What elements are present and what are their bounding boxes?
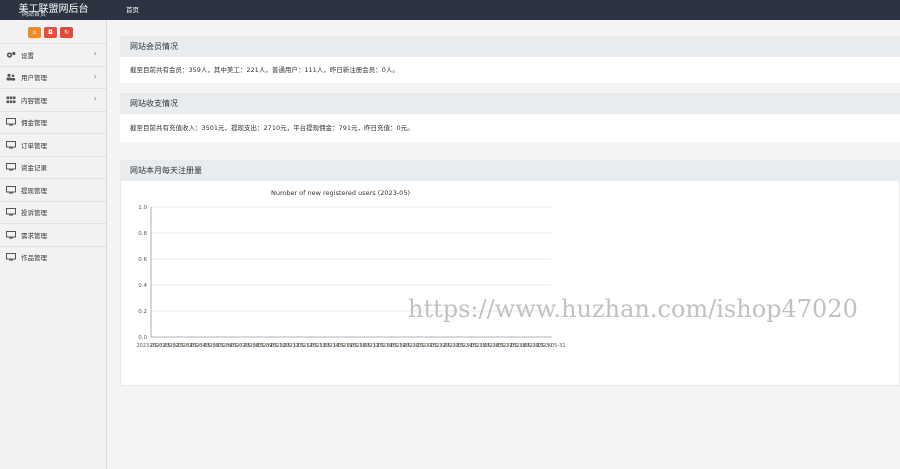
data-point [363, 336, 365, 338]
data-point [510, 336, 512, 338]
monitor-icon [6, 253, 16, 261]
monitor-icon [6, 118, 16, 126]
y-tick-label: 0.8 [138, 231, 147, 237]
user-icon[interactable]: ◘ [44, 27, 57, 38]
data-point [177, 336, 179, 338]
sidebar-item-label: 内容管理 [21, 96, 47, 105]
data-point [430, 336, 432, 338]
sidebar-item-commission[interactable]: 佣金管理 [0, 110, 106, 134]
sidebar-item-users[interactable]: 用户管理 › [0, 65, 106, 89]
data-point [310, 336, 312, 338]
sidebar-item-orders[interactable]: 订单管理 [0, 133, 106, 156]
sidebar-item-label: 订单管理 [21, 141, 47, 150]
data-point [523, 336, 525, 338]
data-point [443, 336, 445, 338]
monitor-icon [6, 230, 16, 239]
registrations-chart-container: Number of new registered users (2023-05)… [120, 181, 900, 386]
data-point [150, 336, 152, 338]
y-tick-label: 0.0 [138, 335, 147, 341]
registrations-panel-title: 网站本月每天注册量 [120, 160, 900, 181]
sidebar-item-label: 佣金管理 [21, 119, 47, 128]
sidebar-item-label: 投诉管理 [21, 209, 47, 218]
data-point [350, 336, 352, 338]
data-point [257, 336, 259, 338]
users-icon [6, 73, 16, 81]
watermark-text: https://www.huzhan.com/ishop47020 [408, 295, 858, 323]
sidebar-item-complaints[interactable]: 投诉管理 [0, 200, 106, 224]
data-point [297, 336, 299, 338]
y-tick-label: 1.0 [138, 205, 147, 211]
members-summary: 截至目前共有会员：359人，其中美工：221人，普通用户：111人，昨日新注册会… [120, 57, 900, 83]
data-point [377, 336, 379, 338]
monitor-icon [6, 163, 16, 171]
sidebar-item-label: 需求管理 [21, 231, 47, 240]
data-point [190, 336, 192, 338]
data-point [497, 336, 499, 338]
sidebar-item-settings[interactable]: 设置 › [0, 43, 106, 66]
data-point [323, 336, 325, 338]
sidebar-item-label: 资金记录 [21, 164, 47, 173]
data-point [537, 336, 539, 338]
refresh-icon[interactable]: ↻ [60, 27, 73, 38]
sidebar-item-content[interactable]: 内容管理 › [0, 88, 106, 111]
sidebar-item-label: 提现管理 [21, 186, 47, 195]
x-tick-label: 2023-05-31 [536, 343, 565, 349]
sidebar-item-requirements[interactable]: 需求管理 [0, 223, 106, 246]
data-point [283, 336, 285, 338]
chevron-right-icon: › [93, 71, 97, 81]
data-point [417, 336, 419, 338]
data-point [550, 336, 552, 338]
y-tick-label: 0.2 [138, 309, 147, 315]
registrations-panel: 网站本月每天注册量 Number of new registered users… [120, 160, 900, 386]
finance-summary: 截至目前共有充值收入：3501元，提现支出：2710元，平台提现佣金：791元，… [120, 114, 900, 142]
members-panel-title: 网站会员情况 [120, 36, 900, 57]
chevron-right-icon: › [93, 94, 97, 103]
sidebar-item-works[interactable]: 作品管理 [0, 245, 106, 269]
monitor-icon [6, 208, 16, 216]
brand-title: 美工联盟网后台 [18, 4, 89, 15]
data-point [470, 336, 472, 338]
chart-title: Number of new registered users (2023-05) [271, 189, 410, 197]
data-point [243, 336, 245, 338]
sidebar-menu: 设置 › 用户管理 › 内容管理 › 佣金管理 订单管理 资金记录 提现管理 投… [0, 43, 106, 268]
finance-panel-title: 网站收支情况 [120, 93, 900, 114]
data-point [390, 336, 392, 338]
monitor-icon [6, 185, 16, 194]
y-tick-label: 0.4 [138, 283, 147, 289]
data-point [403, 336, 405, 338]
data-point [230, 336, 232, 338]
data-point [203, 336, 205, 338]
sidebar-item-label: 设置 [21, 51, 34, 60]
finance-panel: 网站收支情况 截至目前共有充值收入：3501元，提现支出：2710元，平台提现佣… [120, 93, 900, 142]
data-point [457, 336, 459, 338]
sidebar-item-funds[interactable]: 资金记录 [0, 155, 106, 179]
home-icon[interactable]: ⌂ [28, 27, 41, 38]
data-point [163, 336, 165, 338]
sidebar: ⌂ ◘ ↻ 设置 › 用户管理 › 内容管理 › 佣金管理 订单管理 资金记录 … [0, 20, 107, 469]
data-point [483, 336, 485, 338]
quick-actions: ⌂ ◘ ↻ [28, 27, 73, 38]
chevron-right-icon: › [93, 49, 97, 58]
nav-home-link[interactable]: 首页 [126, 0, 139, 20]
members-panel: 网站会员情况 截至目前共有会员：359人，其中美工：221人，普通用户：111人… [120, 36, 900, 83]
sidebar-item-withdrawals[interactable]: 提现管理 [0, 178, 106, 201]
sidebar-item-label: 作品管理 [21, 254, 47, 263]
registrations-chart: 0.00.20.40.60.81.02023-05-012023-05-0220… [136, 205, 565, 349]
y-tick-label: 0.6 [138, 257, 147, 263]
data-point [217, 336, 219, 338]
data-point [270, 336, 272, 338]
monitor-icon [6, 140, 16, 149]
grid-icon [6, 96, 16, 103]
sidebar-item-label: 用户管理 [21, 74, 47, 83]
top-bar: 美工联盟网后台 网站首页 首页 [0, 0, 900, 20]
data-point [337, 336, 339, 338]
gear-icon [6, 51, 16, 58]
home-link[interactable]: 网站首页 [22, 11, 46, 19]
